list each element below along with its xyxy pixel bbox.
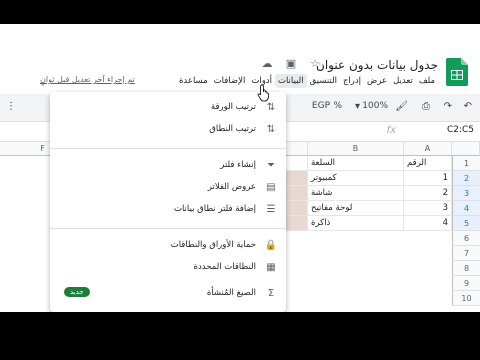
menu-divider	[50, 228, 286, 229]
cell-a2[interactable]: 1	[404, 171, 452, 186]
cloud-status-icon[interactable]: ☁	[260, 56, 274, 70]
menu-item-label: النطاقات المحددة	[193, 262, 257, 272]
print-icon[interactable]: ⎙	[422, 101, 430, 112]
percent-button[interactable]: %	[333, 101, 342, 111]
menu-edit[interactable]: تعديل	[390, 74, 416, 88]
menu-item-label: الصيغ المُنشأة	[206, 288, 256, 298]
menu-divider	[50, 148, 286, 149]
cell-b4[interactable]: لوحة مفاتيح	[308, 201, 404, 216]
cell-a4[interactable]: 3	[404, 201, 452, 216]
row-header[interactable]: 5	[452, 216, 480, 231]
sigma-icon: Σ	[267, 288, 275, 299]
menu-item-filter-views[interactable]: ▤ عروض الفلاتر	[50, 178, 286, 200]
move-folder-icon[interactable]: ▣	[284, 56, 298, 70]
cell-a1[interactable]: الرقم	[404, 156, 452, 171]
star-icon[interactable]: ☆	[308, 56, 322, 70]
row-header[interactable]: 2	[452, 171, 480, 186]
row-header[interactable]: 6	[452, 231, 480, 246]
cell-b3[interactable]: شاشة	[308, 186, 404, 201]
menu-view[interactable]: عرض	[364, 74, 390, 88]
menu-item-label: إضافة فلتر نطاق بيانات	[173, 204, 256, 214]
sort-icon: ⇅	[266, 102, 276, 113]
chevron-down-icon: ▾	[354, 101, 360, 112]
letterbox-top	[0, 0, 480, 24]
menu-item-label: ترتيب النطاق	[209, 124, 256, 134]
named-ranges-icon: ▦	[266, 262, 276, 273]
doc-title[interactable]: جدول بيانات بدون عنوان	[316, 58, 438, 72]
menu-item-named-ranges[interactable]: ▦ النطاقات المحددة	[50, 258, 286, 280]
hand-cursor-icon	[257, 84, 269, 102]
row-header[interactable]: 4	[452, 201, 480, 216]
zoom-select[interactable]: 100%	[362, 101, 388, 111]
menu-help[interactable]: مساعدة	[176, 74, 211, 88]
filter-icon: ⏷	[267, 160, 275, 171]
name-box[interactable]: C2:C5	[414, 125, 474, 135]
title-icons: ☆ ▣ ☁	[260, 56, 322, 70]
row-header[interactable]: 1	[452, 156, 480, 171]
menu-item-sort-range[interactable]: ⇅ ترتيب النطاق	[50, 120, 286, 142]
undo-icon[interactable]: ↶	[464, 101, 472, 112]
cell-a3[interactable]: 2	[404, 186, 452, 201]
cell-b1[interactable]: السلعة	[308, 156, 404, 171]
col-header-b[interactable]: B	[308, 142, 404, 156]
menu-item-sort-sheet[interactable]: ⇅ ترتيب الورقة	[50, 98, 286, 120]
menu-file[interactable]: ملف	[416, 74, 438, 88]
cell-b2[interactable]: كمبيوتر	[308, 171, 404, 186]
row-header[interactable]: 7	[452, 246, 480, 261]
row-header[interactable]: 8	[452, 261, 480, 276]
redo-icon[interactable]: ↷	[444, 101, 452, 112]
menu-item-label: إنشاء فلتر	[220, 160, 256, 170]
currency-button[interactable]: EGP	[312, 101, 330, 111]
menu-data[interactable]: البيانات	[274, 74, 307, 88]
more-icon[interactable]: ⋮	[6, 101, 16, 112]
new-badge: جديد	[64, 287, 90, 297]
row-header[interactable]: 10	[452, 291, 480, 306]
menu-item-protect[interactable]: 🔒 حماية الأوراق والنطاقات	[50, 236, 286, 258]
menu-item-label: حماية الأوراق والنطاقات	[170, 240, 256, 250]
letterbox-bottom	[0, 312, 480, 360]
fx-icon: fx	[386, 125, 396, 136]
slicer-icon: ☰	[266, 204, 276, 215]
row-header[interactable]: 3	[452, 186, 480, 201]
lock-icon: 🔒	[264, 240, 278, 251]
paint-format-icon[interactable]: 🖌	[395, 101, 408, 112]
menu-addons[interactable]: الإضافات	[211, 74, 249, 88]
sort-icon: ⇅	[266, 124, 276, 135]
data-menu-dropdown: ⇅ ترتيب الورقة ⇅ ترتيب النطاق ⏷ إنشاء فل…	[50, 92, 286, 312]
sheets-logo-icon[interactable]	[446, 58, 468, 86]
menu-bar: ملف تعديل عرض إدراج التنسيق البيانات أدو…	[176, 74, 438, 88]
title-bar: جدول بيانات بدون عنوان ☆ ▣ ☁ ملف تعديل ع…	[0, 44, 480, 94]
menu-format[interactable]: التنسيق	[307, 74, 340, 88]
menu-item-label: ترتيب الورقة	[210, 102, 256, 112]
filter-views-icon: ▤	[266, 182, 276, 193]
col-header-a[interactable]: A	[404, 142, 452, 156]
menu-item-add-slicer[interactable]: ☰ إضافة فلتر نطاق بيانات	[50, 200, 286, 222]
app-frame: جدول بيانات بدون عنوان ☆ ▣ ☁ ملف تعديل ع…	[0, 0, 480, 312]
corner-cell[interactable]	[452, 142, 480, 156]
last-edit-link[interactable]: تم إجراء آخر تعديل قبل ثوانٍ	[40, 75, 135, 84]
menu-item-create-filter[interactable]: ⏷ إنشاء فلتر	[50, 156, 286, 178]
menu-insert[interactable]: إدراج	[340, 74, 364, 88]
cell-b5[interactable]: ذاكرة	[308, 216, 404, 231]
menu-item-label: عروض الفلاتر	[207, 182, 256, 192]
menu-item-named-functions[interactable]: Σ الصيغ المُنشأة جديد	[50, 284, 286, 306]
cell-a5[interactable]: 4	[404, 216, 452, 231]
row-header[interactable]: 9	[452, 276, 480, 291]
